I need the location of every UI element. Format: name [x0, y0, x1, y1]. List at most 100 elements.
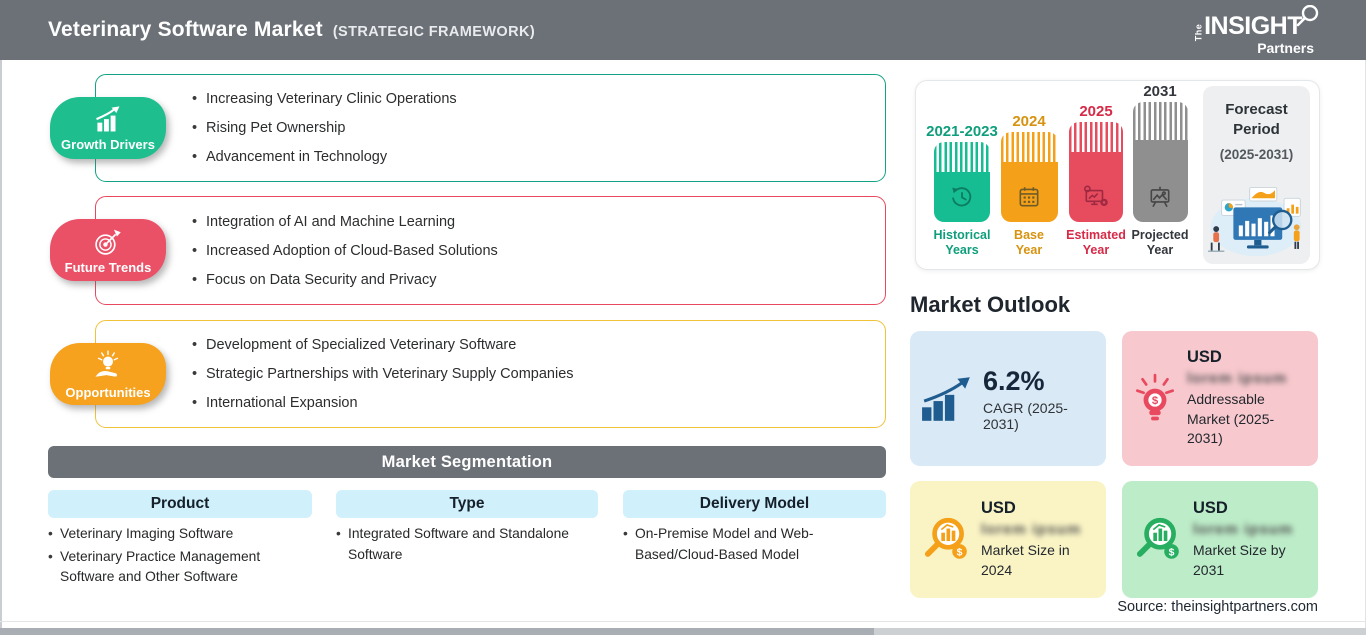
bar-year: 2024 [1012, 112, 1046, 130]
bar-stripes [1069, 121, 1123, 152]
bar-label: Historical Years [933, 227, 991, 258]
monitor-gear-icon [1083, 185, 1108, 206]
infographic-canvas: Veterinary Software Market (STRATEGIC FR… [0, 0, 1366, 635]
bar [1000, 131, 1058, 222]
bar-stripes [1132, 101, 1188, 140]
bar-label: Projected Year [1131, 227, 1189, 258]
svg-text:$: $ [957, 547, 963, 558]
list-item: Veterinary Practice Management Software … [48, 547, 286, 588]
market-outlook-title: Market Outlook [910, 292, 1071, 317]
list-item: Advancement in Technology [192, 149, 865, 165]
growth-chart-icon [96, 105, 120, 131]
card-label: Addressable Market (2025-2031) [1187, 390, 1275, 447]
bar-solid [1000, 161, 1058, 222]
size-2031-text: USD lorem ipsum Market Size by 2031 [1193, 499, 1306, 581]
page-subtitle: (STRATEGIC FRAMEWORK) [332, 24, 536, 40]
calendar-icon [1019, 187, 1039, 207]
footer-hairline [0, 621, 1366, 622]
segment-header-product: Product [48, 490, 312, 518]
history-clock-icon [952, 186, 972, 207]
card-label: Market Size by 2031 [1193, 541, 1286, 578]
future-trends-badge: Future Trends [50, 219, 166, 281]
segment-header-type: Type [336, 490, 598, 518]
timeline-panel: 2021-2023 Historical Years 2024 Base Yea… [915, 80, 1320, 270]
bar-stripes [1000, 131, 1058, 162]
forecast-period-title: Forecast Period [1225, 101, 1288, 138]
bulb-hand-icon [95, 350, 119, 377]
page-title: Veterinary Software Market [48, 18, 323, 41]
forecast-period-range: (2025-2031) [1219, 147, 1294, 162]
blurred-value: lorem ipsum [981, 520, 1082, 538]
logo-top-row: The INSIGHT [1190, 5, 1320, 42]
growth-drivers-box: Increasing Veterinary Clinic Operations … [95, 74, 886, 182]
bar-solid [1069, 151, 1123, 222]
list-item: Rising Pet Ownership [192, 120, 865, 136]
future-trends-box: Integration of AI and Machine Learning I… [95, 196, 886, 305]
svg-text:$: $ [1152, 395, 1159, 407]
future-trends-list: Integration of AI and Machine Learning I… [96, 197, 885, 304]
bar-stripes [934, 141, 990, 172]
bar-label: Base Year [1014, 227, 1044, 258]
bar-year: 2021-2023 [926, 122, 998, 140]
market-segmentation-header: Market Segmentation [48, 446, 886, 478]
logo-insight: INSIGHT [1204, 12, 1302, 40]
list-item: Development of Specialized Veterinary So… [192, 337, 865, 353]
currency-label: USD [1193, 498, 1228, 517]
segment-list-product: Veterinary Imaging Software Veterinary P… [48, 524, 286, 590]
svg-text:$: $ [1169, 547, 1175, 558]
magnifier-chart-icon-green: $ [1136, 517, 1179, 559]
currency-label: USD [981, 498, 1016, 517]
addressable-text: USD lorem ipsum Addressable Market (2025… [1187, 348, 1306, 450]
logo-the: The [1192, 23, 1203, 42]
blurred-value: lorem ipsum [1193, 520, 1294, 538]
company-logo: The INSIGHT Partners [1190, 5, 1320, 55]
logo-partners: Partners [1257, 40, 1314, 56]
blurred-value: lorem ipsum [1187, 369, 1288, 387]
bar [1069, 121, 1123, 222]
badge-label: Growth Drivers [61, 136, 155, 152]
forecast-period-panel: Forecast Period (2025-2031) [1203, 86, 1310, 264]
badge-label: Future Trends [64, 259, 152, 275]
bar-year: 2031 [1143, 82, 1177, 100]
bulb-dollar-icon: $ [1135, 373, 1175, 420]
cagr-text: 6.2% CAGR (2025-2031) [983, 366, 1094, 432]
cagr-label: CAGR (2025-2031) [983, 399, 1068, 432]
cagr-card: 6.2% CAGR (2025-2031) [910, 331, 1106, 466]
list-item: International Expansion [192, 395, 865, 411]
size-2024-text: USD lorem ipsum Market Size in 2024 [981, 499, 1094, 581]
list-item: Integrated Software and Standalone Softw… [336, 524, 582, 565]
segment-list-type: Integrated Software and Standalone Softw… [336, 524, 582, 567]
bar-solid [1132, 139, 1188, 222]
cagr-value: 6.2% [983, 365, 1045, 396]
list-item: On-Premise Model and Web-Based/Cloud-Bas… [623, 524, 835, 565]
list-item: Focus on Data Security and Privacy [192, 272, 865, 288]
analytics-illustration [1208, 186, 1302, 257]
growth-bars-arrow-icon [922, 376, 970, 421]
card-label: Market Size in 2024 [981, 541, 1070, 578]
list-item: Increasing Veterinary Clinic Operations [192, 91, 865, 107]
timeline-bar-projected: 2031 Projected Year [1120, 83, 1200, 259]
target-dart-icon [95, 229, 121, 255]
opportunities-list: Development of Specialized Veterinary So… [96, 321, 885, 427]
addressable-market-card: $ USD lorem ipsum Addressable Market (20… [1122, 331, 1318, 466]
market-size-2024-card: $ USD lorem ipsum Market Size in 2024 [910, 481, 1106, 598]
list-item: Increased Adoption of Cloud-Based Soluti… [192, 243, 865, 259]
footer-strip [0, 628, 1366, 635]
segment-header-delivery-model: Delivery Model [623, 490, 886, 518]
currency-label: USD [1187, 347, 1222, 366]
growth-drivers-badge: Growth Drivers [50, 97, 166, 159]
left-edge-line [0, 60, 2, 635]
bar-solid [934, 171, 990, 222]
list-item: Strategic Partnerships with Veterinary S… [192, 366, 865, 382]
growth-drivers-list: Increasing Veterinary Clinic Operations … [96, 75, 885, 181]
magnifier-icon [1296, 5, 1319, 27]
segment-list-delivery-model: On-Premise Model and Web-Based/Cloud-Bas… [623, 524, 835, 567]
presentation-icon [1150, 186, 1170, 207]
opportunities-box: Development of Specialized Veterinary So… [95, 320, 886, 428]
opportunities-badge: Opportunities [50, 343, 166, 405]
header-titles: Veterinary Software Market (STRATEGIC FR… [48, 18, 535, 42]
bar [1132, 101, 1188, 222]
list-item: Veterinary Imaging Software [48, 524, 286, 545]
source-attribution: Source: theinsightpartners.com [1117, 599, 1318, 615]
list-item: Integration of AI and Machine Learning [192, 214, 865, 230]
